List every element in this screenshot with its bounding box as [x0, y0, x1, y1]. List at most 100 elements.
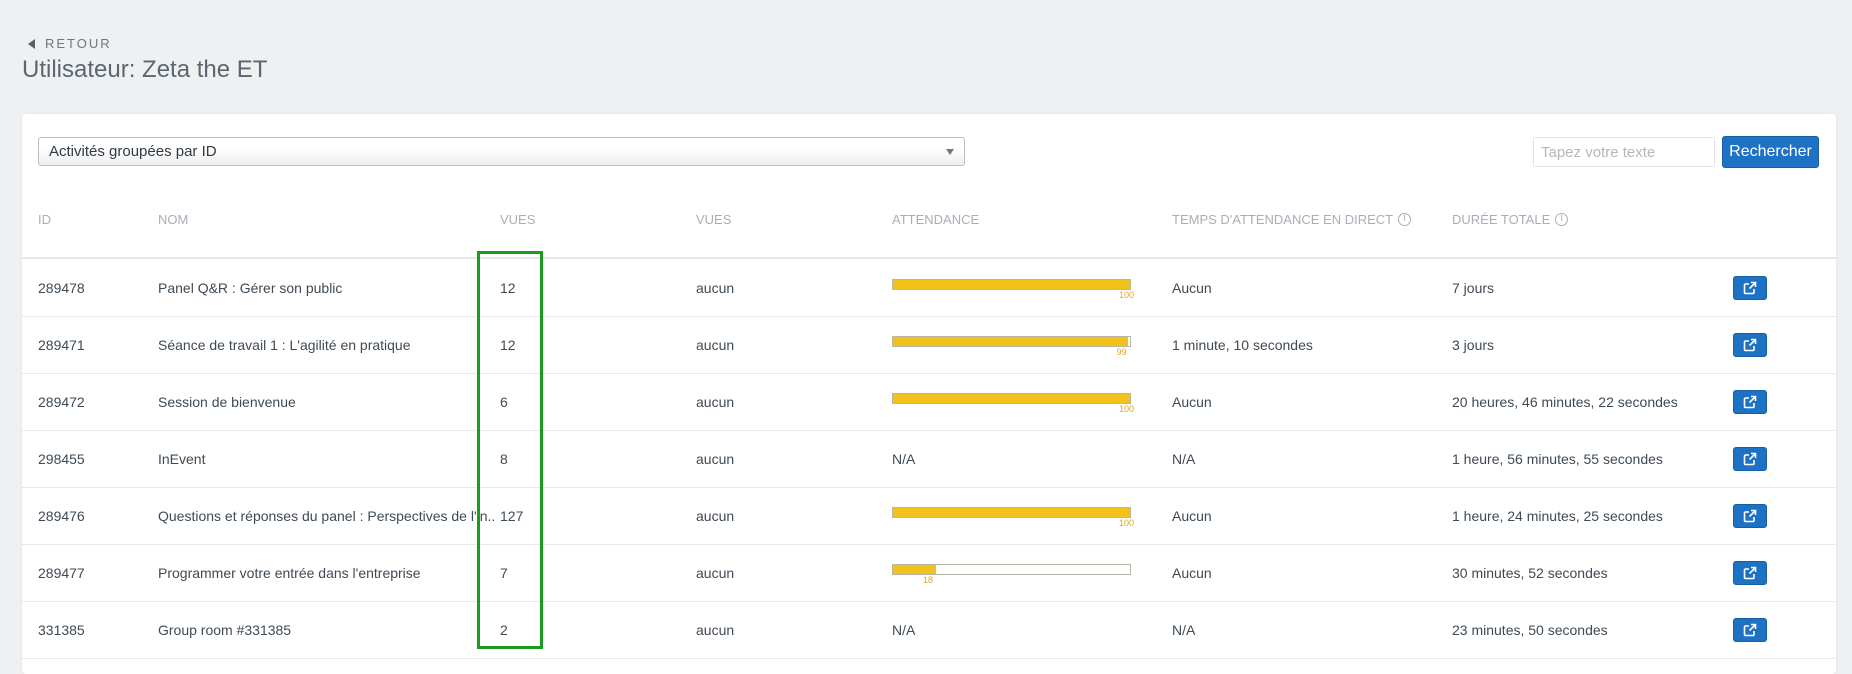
attendance-bar-fill	[893, 280, 1130, 289]
cell-id: 298455	[38, 450, 85, 467]
open-activity-button[interactable]	[1733, 561, 1767, 585]
table-row: 289471 Séance de travail 1 : L'agilité en…	[22, 316, 1836, 374]
cell-vues-2: aucun	[696, 564, 735, 581]
cell-vues: 6	[500, 393, 508, 410]
info-circle-icon[interactable]: i	[1398, 213, 1412, 226]
cell-nom: Panel Q&R : Gérer son public	[158, 279, 343, 296]
column-header-attendance[interactable]: ATTENDANCE	[892, 212, 979, 227]
column-header-id[interactable]: ID	[38, 212, 51, 227]
open-activity-button[interactable]	[1733, 618, 1767, 642]
cell-temps-direct: Aucun	[1172, 564, 1212, 581]
external-link-icon	[1743, 338, 1757, 352]
activities-card: Activités groupées par ID Rechercher ID …	[22, 114, 1836, 674]
column-header-duree-totale[interactable]: DURÉE TOTALE i	[1452, 212, 1569, 227]
cell-temps-direct: Aucun	[1172, 279, 1212, 296]
cell-vues: 127	[500, 507, 524, 524]
cell-duree-totale: 1 heure, 56 minutes, 55 secondes	[1452, 450, 1663, 467]
cell-vues-2: aucun	[696, 621, 735, 638]
cell-duree-totale: 23 minutes, 50 secondes	[1452, 621, 1608, 638]
table-row: 289476 Questions et réponses du panel : P…	[22, 487, 1836, 545]
cell-id: 289472	[38, 393, 85, 410]
cell-nom: Séance de travail 1 : L'agilité en prati…	[158, 336, 411, 353]
open-activity-button[interactable]	[1733, 447, 1767, 471]
cell-nom: Questions et réponses du panel : Perspec…	[158, 507, 496, 524]
attendance-bar-fill	[893, 394, 1130, 403]
cell-id: 289471	[38, 336, 85, 353]
search-button[interactable]: Rechercher	[1722, 136, 1819, 168]
cell-nom: Session de bienvenue	[158, 393, 296, 410]
cell-duree-totale: 1 heure, 24 minutes, 25 secondes	[1452, 507, 1663, 524]
column-header-nom[interactable]: NOM	[158, 212, 188, 227]
cell-temps-direct: 1 minute, 10 secondes	[1172, 336, 1313, 353]
cell-vues-2: aucun	[696, 393, 735, 410]
cell-id: 289476	[38, 507, 85, 524]
cell-vues: 8	[500, 450, 508, 467]
back-label: RETOUR	[45, 36, 112, 51]
external-link-icon	[1743, 509, 1757, 523]
attendance-bar	[892, 336, 1131, 347]
page-title: Utilisateur: Zeta the ET	[22, 56, 268, 83]
attendance-bar-label: 18	[923, 575, 934, 585]
info-circle-icon[interactable]: i	[1555, 213, 1569, 226]
attendance-bar-fill	[893, 565, 936, 574]
cell-vues: 12	[500, 336, 516, 353]
cell-vues: 12	[500, 279, 516, 296]
cell-vues-2: aucun	[696, 450, 735, 467]
cell-vues: 2	[500, 621, 508, 638]
column-header-vues[interactable]: VUES	[500, 212, 535, 227]
cell-id: 289477	[38, 564, 85, 581]
attendance-bar-label: 100	[1119, 404, 1135, 414]
attendance-bar-fill	[893, 337, 1128, 346]
cell-vues: 7	[500, 564, 508, 581]
cell-temps-direct: Aucun	[1172, 393, 1212, 410]
cell-nom: Programmer votre entrée dans l'entrepris…	[158, 564, 421, 581]
attendance-bar-label: 100	[1119, 290, 1135, 300]
search-input[interactable]	[1533, 137, 1715, 167]
cell-id: 331385	[38, 621, 85, 638]
table-row: 289477 Programmer votre entrée dans l'ent…	[22, 544, 1836, 602]
table-row: 289478 Panel Q&R : Gérer son public 12 aucu…	[22, 259, 1836, 317]
table-row: 298455 InEvent 8 aucun N/A N/A 1 heure, 56 min…	[22, 430, 1836, 488]
column-header-temps-direct[interactable]: TEMPS D'ATTENDANCE EN DIRECT i	[1172, 212, 1412, 227]
open-activity-button[interactable]	[1733, 504, 1767, 528]
cell-attendance: N/A	[892, 621, 916, 638]
external-link-icon	[1743, 566, 1757, 580]
cell-attendance: N/A	[892, 450, 916, 467]
attendance-bar-label: 99	[1116, 347, 1127, 357]
attendance-bar-label: 100	[1119, 518, 1135, 528]
external-link-icon	[1743, 623, 1757, 637]
cell-nom: InEvent	[158, 450, 206, 467]
cell-id: 289478	[38, 279, 85, 296]
cell-temps-direct: Aucun	[1172, 507, 1212, 524]
back-link[interactable]: RETOUR	[28, 36, 112, 51]
cell-duree-totale: 3 jours	[1452, 336, 1495, 353]
cell-duree-totale: 7 jours	[1452, 279, 1495, 296]
chevron-down-icon	[946, 149, 954, 155]
table-row: 289472 Session de bienvenue 6 aucun 100 Aucun…	[22, 373, 1836, 431]
external-link-icon	[1743, 452, 1757, 466]
cell-temps-direct: N/A	[1172, 450, 1196, 467]
group-select[interactable]: Activités groupées par ID	[38, 137, 965, 166]
open-activity-button[interactable]	[1733, 333, 1767, 357]
table-row: 331385 Group room #331385 2 aucun N/A N/A 23 m…	[22, 601, 1836, 659]
attendance-bar	[892, 279, 1131, 290]
attendance-bar	[892, 393, 1131, 404]
open-activity-button[interactable]	[1733, 390, 1767, 414]
table-header: ID NOM VUES VUES ATTENDANCE TEMPS D'ATTE…	[22, 189, 1836, 259]
external-link-icon	[1743, 395, 1757, 409]
attendance-bar	[892, 507, 1131, 518]
caret-left-icon	[28, 38, 35, 49]
attendance-bar-fill	[893, 508, 1130, 517]
attendance-bar	[892, 564, 1131, 575]
cell-vues-2: aucun	[696, 507, 735, 524]
cell-vues-2: aucun	[696, 279, 735, 296]
column-header-vues-2[interactable]: VUES	[696, 212, 731, 227]
cell-vues-2: aucun	[696, 336, 735, 353]
cell-temps-direct: N/A	[1172, 621, 1196, 638]
external-link-icon	[1743, 281, 1757, 295]
open-activity-button[interactable]	[1733, 276, 1767, 300]
cell-nom: Group room #331385	[158, 621, 292, 638]
group-select-value: Activités groupées par ID	[49, 143, 217, 160]
cell-duree-totale: 30 minutes, 52 secondes	[1452, 564, 1608, 581]
cell-duree-totale: 20 heures, 46 minutes, 22 secondes	[1452, 393, 1678, 410]
